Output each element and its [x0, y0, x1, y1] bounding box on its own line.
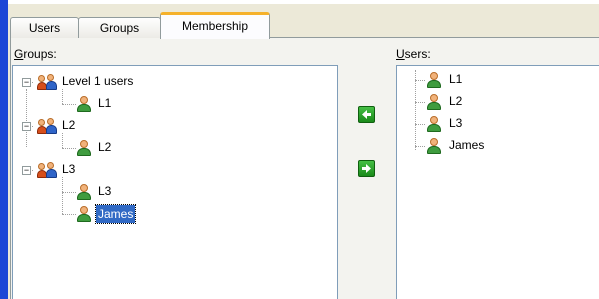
tree-node-user[interactable]: L1 — [13, 94, 333, 114]
group-icon — [37, 118, 57, 134]
tab-users[interactable]: Users — [10, 17, 79, 38]
group-node-label: Level 1 users — [62, 74, 134, 88]
user-icon — [427, 116, 441, 132]
collapse-toggle-icon[interactable]: − — [22, 78, 31, 87]
groups-label-text: roups: — [23, 47, 57, 61]
user-item-label: L2 — [449, 94, 463, 108]
groups-tree[interactable]: − Level 1 users L1 − L2 L2 − L3 L3 James — [12, 65, 338, 299]
user-node-label: James — [94, 204, 137, 224]
window-frame-edge — [0, 0, 8, 299]
group-node-label: L2 — [62, 118, 76, 132]
user-item-label: L3 — [449, 116, 463, 130]
tree-node-user-selected[interactable]: James — [13, 204, 333, 224]
user-icon — [77, 140, 91, 156]
tree-node-group[interactable]: − Level 1 users — [13, 72, 333, 92]
user-icon — [427, 72, 441, 88]
user-icon — [77, 96, 91, 112]
tab-membership[interactable]: Membership — [160, 12, 270, 39]
user-item-label: James — [449, 138, 485, 152]
user-node-label: L1 — [98, 96, 112, 110]
tree-node-group[interactable]: − L2 — [13, 116, 333, 136]
user-list-item[interactable]: James — [397, 136, 597, 156]
user-list-item[interactable]: L3 — [397, 114, 597, 134]
user-icon — [77, 184, 91, 200]
users-label-text: sers: — [404, 47, 431, 61]
arrow-right-icon — [362, 164, 371, 173]
tab-groups[interactable]: Groups — [78, 17, 161, 38]
groups-label: Groups: — [14, 47, 57, 61]
remove-from-group-button[interactable] — [358, 160, 375, 177]
collapse-toggle-icon[interactable]: − — [22, 166, 31, 175]
user-icon — [427, 138, 441, 154]
user-node-label: L3 — [98, 184, 112, 198]
user-icon — [427, 94, 441, 110]
user-node-label: L2 — [98, 140, 112, 154]
add-to-group-button[interactable] — [358, 106, 375, 123]
tree-node-user[interactable]: L2 — [13, 138, 333, 158]
user-list-item[interactable]: L1 — [397, 70, 597, 90]
group-icon — [37, 162, 57, 178]
user-list-item[interactable]: L2 — [397, 92, 597, 112]
user-item-label: L1 — [449, 72, 463, 86]
arrow-left-icon — [362, 110, 371, 119]
groups-label-accesskey: G — [14, 47, 24, 61]
user-icon — [77, 206, 91, 222]
users-list[interactable]: L1 L2 L3 James — [396, 65, 599, 299]
window-top-strip — [8, 0, 599, 4]
group-node-label: L3 — [62, 162, 76, 176]
users-label: Users: — [396, 47, 431, 61]
collapse-toggle-icon[interactable]: − — [22, 122, 31, 131]
users-label-accesskey: U — [396, 47, 405, 61]
tree-node-user[interactable]: L3 — [13, 182, 333, 202]
tree-node-group[interactable]: − L3 — [13, 160, 333, 180]
group-icon — [37, 74, 57, 90]
